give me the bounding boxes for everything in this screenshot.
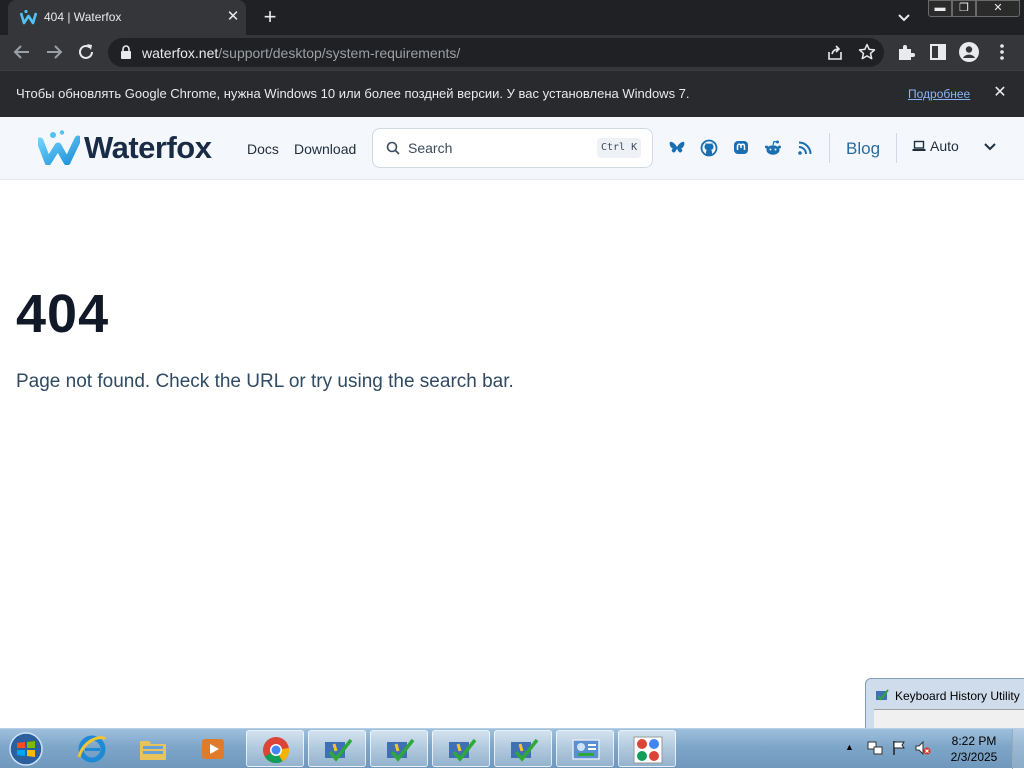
url-host: waterfox.net (142, 45, 219, 61)
active-tab[interactable]: 404 | Waterfox ✕ (8, 0, 246, 35)
new-tab-button[interactable]: + (258, 5, 282, 29)
windows-taskbar: ▲ 8:22 PM 2/3/2025 (0, 728, 1024, 769)
control-panel-icon (572, 739, 600, 760)
show-desktop-button[interactable] (1012, 729, 1024, 769)
taskbar-control-panel[interactable] (556, 730, 614, 767)
volume-muted-icon[interactable] (915, 740, 931, 756)
tab-close-icon[interactable]: ✕ (224, 8, 242, 26)
infobar-close-icon[interactable]: ✕ (990, 83, 1010, 103)
reload-icon[interactable] (75, 41, 97, 63)
share-icon[interactable] (826, 44, 844, 62)
chevron-down-icon[interactable] (983, 141, 997, 153)
bluesky-icon[interactable] (668, 139, 686, 157)
taskbar-keyboard-history-3[interactable] (432, 730, 490, 767)
infobar-message: Чтобы обновлять Google Chrome, нужна Win… (16, 86, 690, 101)
chrome-icon (263, 737, 290, 764)
bookmark-star-icon[interactable] (858, 43, 876, 61)
url-path: /support/desktop/system-requirements/ (218, 45, 461, 61)
network-tray-icon[interactable] (867, 740, 883, 756)
waterfox-favicon-icon (20, 9, 37, 25)
taskbar-app-grid[interactable] (618, 730, 676, 767)
keyboard-history-icon (449, 738, 477, 762)
extensions-puzzle-icon[interactable] (895, 41, 917, 63)
nav-docs-link[interactable]: Docs (247, 141, 279, 157)
colorful-app-icon (633, 736, 663, 764)
tray-show-hidden-icon[interactable]: ▲ (845, 742, 854, 752)
restore-button[interactable]: ❐ (952, 0, 976, 17)
search-icon (386, 141, 400, 155)
keyboard-history-icon (387, 738, 415, 762)
rss-icon[interactable] (796, 139, 814, 157)
github-icon[interactable] (700, 139, 718, 157)
clock-date: 2/3/2025 (950, 750, 998, 764)
action-center-flag-icon[interactable] (891, 740, 907, 756)
search-shortcut-badge: Ctrl K (597, 138, 642, 158)
menu-kebab-icon[interactable] (991, 41, 1013, 63)
tab-search-chevron-icon[interactable] (894, 7, 914, 27)
side-panel-icon[interactable] (927, 41, 949, 63)
search-placeholder: Search (408, 140, 453, 156)
taskbar-internet-explorer[interactable] (63, 730, 121, 767)
keyboard-history-window[interactable]: Keyboard History Utility (865, 678, 1024, 731)
profile-avatar-icon[interactable] (958, 41, 980, 63)
nav-blog-link[interactable]: Blog (846, 139, 880, 159)
url-text: waterfox.net/support/desktop/system-requ… (142, 45, 460, 61)
nav-divider (896, 133, 897, 163)
update-infobar: Чтобы обновлять Google Chrome, нужна Win… (0, 70, 1024, 117)
theme-select-label[interactable]: Auto (930, 138, 959, 154)
taskbar-keyboard-history-4[interactable] (494, 730, 552, 767)
clock-time: 8:22 PM (951, 734, 997, 748)
error-code-heading: 404 (16, 284, 110, 344)
media-player-icon (202, 739, 224, 759)
taskbar-keyboard-history-1[interactable] (308, 730, 366, 767)
nav-download-link[interactable]: Download (294, 141, 356, 157)
lock-icon[interactable] (120, 45, 132, 59)
keyboard-history-icon (325, 738, 353, 762)
keyboard-history-title: Keyboard History Utility (895, 689, 1020, 703)
address-bar[interactable]: waterfox.net/support/desktop/system-requ… (108, 38, 884, 67)
site-logo-text[interactable]: Waterfox (84, 130, 212, 166)
reddit-icon[interactable] (764, 139, 782, 157)
start-orb-icon[interactable] (6, 731, 46, 767)
taskbar-media-player[interactable] (185, 730, 243, 767)
taskbar-explorer[interactable] (124, 730, 182, 767)
tab-title: 404 | Waterfox (44, 10, 122, 24)
back-arrow-icon[interactable] (11, 41, 33, 63)
taskbar-clock[interactable]: 8:22 PM 2/3/2025 (944, 733, 1004, 765)
window-controls: ▬ ❐ ✕ (928, 0, 1020, 17)
site-search-button[interactable]: Search Ctrl K (372, 128, 653, 168)
infobar-learn-more-link[interactable]: Подробнее (908, 87, 970, 101)
forward-arrow-icon[interactable] (43, 41, 65, 63)
site-header: Waterfox Docs Download Search Ctrl K Blo… (0, 117, 1024, 180)
waterfox-logo-icon[interactable] (38, 129, 80, 165)
minimize-button[interactable]: ▬ (928, 0, 952, 17)
nav-divider (829, 133, 830, 163)
error-message: Page not found. Check the URL or try usi… (16, 371, 514, 392)
close-window-button[interactable]: ✕ (976, 0, 1020, 17)
browser-toolbar: waterfox.net/support/desktop/system-requ… (0, 35, 1024, 70)
mastodon-icon[interactable] (732, 139, 750, 157)
tab-strip: 404 | Waterfox ✕ + ▬ ❐ ✕ (0, 0, 1024, 35)
laptop-theme-icon[interactable] (912, 140, 926, 152)
keyboard-history-app-icon (876, 689, 889, 701)
keyboard-history-icon (511, 738, 539, 762)
taskbar-keyboard-history-2[interactable] (370, 730, 428, 767)
internet-explorer-icon (77, 735, 107, 763)
folder-icon (140, 741, 166, 760)
taskbar-chrome[interactable] (246, 730, 304, 767)
